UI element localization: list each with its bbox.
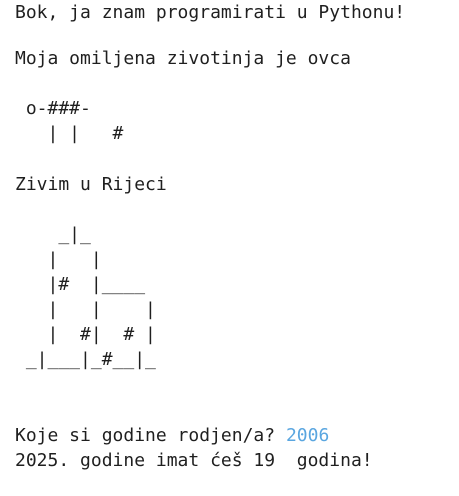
building-ascii-art-line: | #| # |	[15, 324, 156, 345]
city-line: Zivim u Rijeci	[15, 174, 167, 195]
birth-year-prompt: Koje si godine rodjen/a?	[15, 425, 286, 446]
building-ascii-art-line: | |	[15, 249, 102, 270]
sheep-ascii-art-line: o-###-	[15, 98, 91, 119]
building-ascii-art-line: _|_	[15, 224, 91, 245]
sheep-ascii-art-line: | | #	[15, 123, 124, 144]
greeting-line: Bok, ja znam programirati u Pythonu!	[15, 2, 406, 23]
building-ascii-art-line: |# |____	[15, 274, 146, 295]
birth-year-input[interactable]: 2006	[286, 425, 329, 446]
building-ascii-art-line: | | |	[15, 299, 156, 320]
age-result-line: 2025. godine imat ćeš 19 godina!	[15, 450, 373, 471]
console-output: Bok, ja znam programirati u Pythonu! Moj…	[0, 0, 459, 496]
favorite-animal-line: Moja omiljena zivotinja je ovca	[15, 48, 351, 69]
birth-year-prompt-line: Koje si godine rodjen/a? 2006	[15, 423, 329, 448]
building-ascii-art-line: _|___|_#__|_	[15, 349, 156, 370]
